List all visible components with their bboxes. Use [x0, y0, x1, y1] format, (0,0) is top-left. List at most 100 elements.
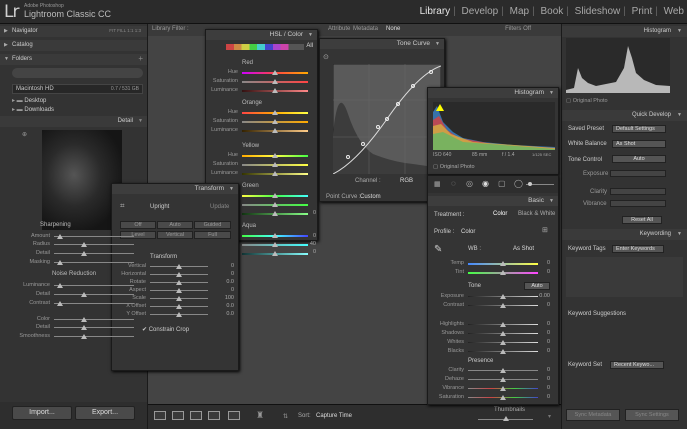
- presence-slider-knob[interactable]: [500, 386, 506, 391]
- thumbnail-size-knob[interactable]: [503, 416, 509, 421]
- target-icon[interactable]: ⊕: [22, 131, 27, 138]
- hsl-slider-knob[interactable]: [272, 79, 278, 84]
- slider-track[interactable]: [54, 244, 134, 245]
- profile-select[interactable]: Color: [461, 229, 475, 235]
- tone-auto-button[interactable]: Auto: [524, 282, 550, 290]
- sync-settings-button[interactable]: Sync Settings: [625, 409, 679, 421]
- target-adjust-icon[interactable]: ⊙: [323, 53, 329, 61]
- slider-track[interactable]: [54, 253, 134, 254]
- original-photo-toggle[interactable]: ▢ Original Photo: [566, 98, 608, 104]
- transform-slider-knob[interactable]: [176, 264, 182, 269]
- tone-slider-knob[interactable]: [500, 340, 506, 345]
- slider-knob[interactable]: [81, 325, 87, 330]
- spot-removal-icon[interactable]: ◌: [451, 179, 456, 188]
- presence-slider-knob[interactable]: [500, 377, 506, 382]
- qd-vibrance-buttons[interactable]: [610, 200, 666, 207]
- folder-item[interactable]: ▸ ▬ Downloads: [12, 106, 54, 113]
- tone-slider-knob[interactable]: [500, 331, 506, 336]
- upright-guided-button[interactable]: Guided: [194, 221, 231, 229]
- constrain-crop-checkbox[interactable]: ✔ Constrain Crop: [142, 326, 189, 333]
- tool-slider-knob[interactable]: [528, 182, 532, 186]
- hsl-slider-knob[interactable]: [272, 211, 278, 216]
- people-view-icon[interactable]: [228, 411, 240, 420]
- transform-slider-knob[interactable]: [176, 312, 182, 317]
- navigator-zoom-modes[interactable]: FIT FILL 1:1 1:3: [109, 28, 141, 33]
- wb-slider-knob[interactable]: [500, 261, 506, 266]
- module-print[interactable]: Print: [632, 6, 653, 17]
- grid-view-icon[interactable]: [154, 411, 166, 420]
- filter-tab-attribute[interactable]: Attribute: [328, 26, 350, 32]
- tone-slider-knob[interactable]: [500, 322, 506, 327]
- slider-track[interactable]: [54, 319, 134, 320]
- hsl-slider-knob[interactable]: [272, 233, 278, 238]
- crop-tool-icon[interactable]: ▦: [434, 180, 441, 188]
- hsl-slider-knob[interactable]: [272, 202, 278, 207]
- slider-track[interactable]: [54, 327, 134, 328]
- tone-auto-button[interactable]: Auto: [612, 155, 666, 163]
- slider-knob[interactable]: [57, 234, 63, 239]
- folder-search-field[interactable]: [12, 68, 143, 78]
- slider-track[interactable]: [54, 285, 134, 286]
- slider-track[interactable]: [54, 336, 134, 337]
- hsl-slider-knob[interactable]: [272, 251, 278, 256]
- hsl-slider-knob[interactable]: [272, 242, 278, 247]
- graduated-filter-icon[interactable]: ◉: [482, 179, 489, 188]
- slider-knob[interactable]: [57, 301, 63, 306]
- wb-select[interactable]: As Shot: [513, 246, 534, 252]
- transform-slider-knob[interactable]: [176, 272, 182, 277]
- add-folder-icon[interactable]: +: [138, 54, 143, 63]
- hsl-header[interactable]: HSL / Color ▼: [206, 30, 317, 40]
- basic-header[interactable]: Basic ▼: [428, 196, 558, 206]
- hsl-slider-knob[interactable]: [272, 153, 278, 158]
- qd-clarity-buttons[interactable]: [610, 188, 666, 195]
- module-develop[interactable]: Develop: [462, 6, 499, 17]
- catalog-header[interactable]: ▶ Catalog: [0, 40, 147, 51]
- quick-develop-header[interactable]: Quick Develop ▼: [562, 110, 687, 121]
- disk-volume-row[interactable]: Macintosh HD 0.7 / 531 GB: [12, 84, 143, 94]
- sort-direction-icon[interactable]: ⇅: [283, 413, 288, 420]
- hsl-slider-knob[interactable]: [272, 70, 278, 75]
- detail-preview-image[interactable]: [42, 130, 122, 230]
- reset-all-button[interactable]: Reset All: [622, 216, 662, 224]
- hsl-slider-knob[interactable]: [272, 162, 278, 167]
- module-book[interactable]: Book: [540, 6, 563, 17]
- hsl-slider-knob[interactable]: [272, 193, 278, 198]
- treatment-color-button[interactable]: Color: [493, 211, 507, 217]
- channel-select[interactable]: RGB: [400, 178, 413, 184]
- wb-eyedropper-icon[interactable]: ✎: [434, 244, 442, 255]
- export-button[interactable]: Export...: [75, 406, 135, 420]
- filter-tab-none[interactable]: None: [386, 26, 400, 32]
- folders-header[interactable]: ▼ Folders +: [0, 54, 147, 65]
- profile-browser-icon[interactable]: ⊞: [542, 226, 548, 234]
- keywording-header[interactable]: Keywording ▼: [562, 229, 687, 240]
- hsl-slider-knob[interactable]: [272, 119, 278, 124]
- brush-icon[interactable]: ◯: [514, 179, 523, 188]
- transform-slider-knob[interactable]: [176, 280, 182, 285]
- module-web[interactable]: Web: [664, 6, 684, 17]
- point-curve-select[interactable]: Custom: [360, 194, 381, 200]
- presence-slider-knob[interactable]: [500, 368, 506, 373]
- slider-knob[interactable]: [81, 334, 87, 339]
- upright-auto-button[interactable]: Auto: [157, 221, 193, 229]
- histogram-header[interactable]: Histogram ▼: [562, 26, 687, 37]
- tone-slider-knob[interactable]: [500, 349, 506, 354]
- import-button[interactable]: Import...: [12, 406, 72, 420]
- hsl-slider-knob[interactable]: [272, 171, 278, 176]
- loupe-view-icon[interactable]: [172, 411, 184, 420]
- keyword-tags-field[interactable]: [566, 257, 683, 297]
- slider-track[interactable]: [54, 303, 134, 304]
- transform-slider-knob[interactable]: [176, 288, 182, 293]
- module-slideshow[interactable]: Slideshow: [575, 6, 621, 17]
- sync-metadata-button[interactable]: Sync Metadata: [566, 409, 620, 421]
- qd-exposure-buttons[interactable]: [610, 170, 666, 177]
- filters-off-toggle[interactable]: Filters Off: [505, 26, 531, 32]
- slider-knob[interactable]: [81, 292, 87, 297]
- slider-track[interactable]: [54, 236, 134, 237]
- transform-slider-knob[interactable]: [176, 296, 182, 301]
- develop-histogram-header[interactable]: Histogram ▼: [428, 88, 558, 98]
- keyword-tags-select[interactable]: Enter Keywords: [612, 245, 664, 253]
- transform-slider-knob[interactable]: [176, 304, 182, 309]
- tone-slider-knob[interactable]: [500, 294, 506, 299]
- hsl-slider-knob[interactable]: [272, 128, 278, 133]
- color-swatch-row[interactable]: [226, 44, 304, 50]
